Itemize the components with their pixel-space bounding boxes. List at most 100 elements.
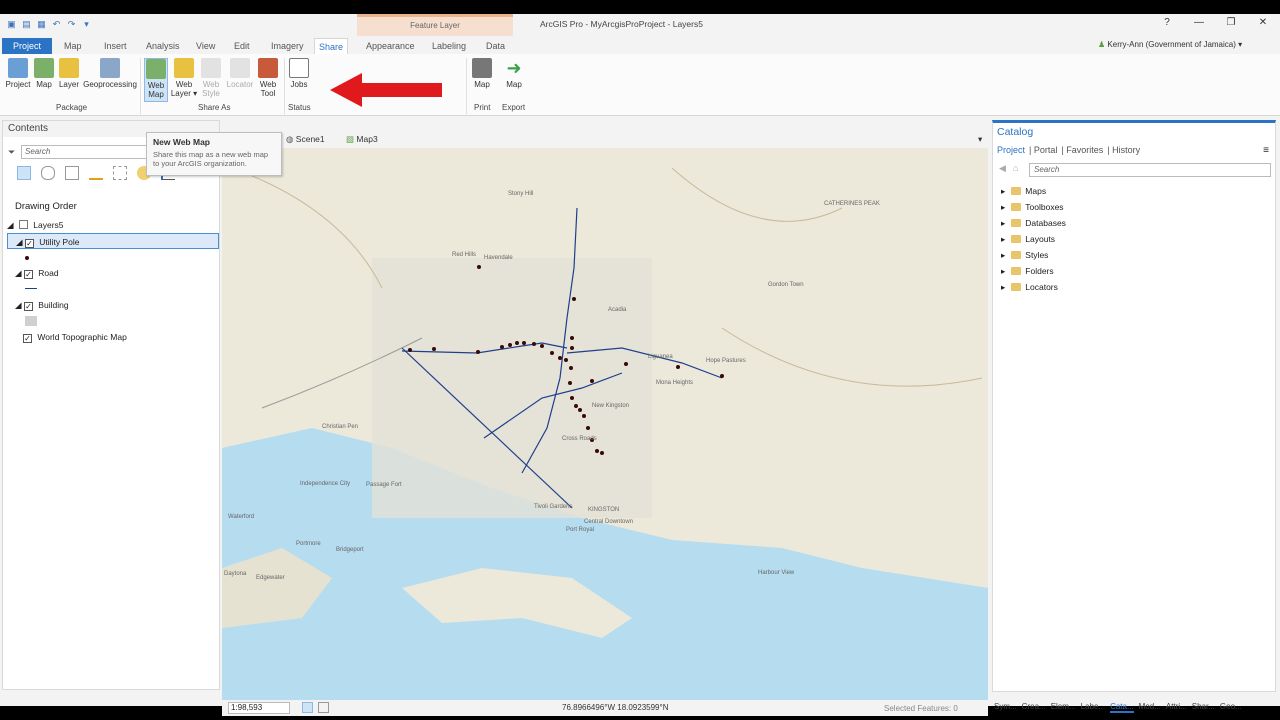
- tab-imagery[interactable]: Imagery: [267, 38, 308, 54]
- print-map-button[interactable]: Map: [470, 58, 494, 89]
- share-web-map-button[interactable]: Web Map: [144, 58, 168, 102]
- road-layer-row[interactable]: ◢ ✓ Road: [7, 265, 219, 281]
- urban-area: [372, 258, 652, 518]
- catalog-tabs: Project | Portal | Favorites | History: [997, 145, 1141, 155]
- table-icon[interactable]: [318, 702, 329, 713]
- drawing-order-icon[interactable]: [17, 166, 31, 180]
- new-project-icon[interactable]: ▣: [6, 19, 17, 30]
- redo-icon[interactable]: ↷: [66, 19, 77, 30]
- undo-icon[interactable]: ↶: [51, 19, 62, 30]
- tab-symbology[interactable]: Sym...: [994, 702, 1017, 713]
- place-label: Portmore: [296, 541, 321, 547]
- editing-icon[interactable]: [89, 166, 103, 180]
- minimize-icon[interactable]: —: [1190, 17, 1208, 28]
- tab-element[interactable]: Elem...: [1051, 702, 1076, 713]
- map-view[interactable]: Stony Hill Red Hills Havendale Acadia Li…: [222, 148, 988, 700]
- tab-appearance[interactable]: Appearance: [362, 38, 419, 54]
- building-layer-row[interactable]: ◢ ✓ Building: [7, 297, 219, 313]
- package-group-label: Package: [56, 103, 88, 112]
- utility-pole-visibility-checkbox[interactable]: ✓: [24, 239, 34, 248]
- catalog-item-styles[interactable]: ▸ Styles: [1001, 247, 1066, 263]
- catalog-menu-icon[interactable]: ≡: [1263, 145, 1269, 156]
- tab-geoprocessing[interactable]: Geo...: [1220, 702, 1242, 713]
- tab-map3[interactable]: ▧ Map3: [346, 134, 378, 145]
- basemap-layer-row[interactable]: ✓ World Topographic Map: [7, 329, 219, 345]
- map-layer-row[interactable]: ◢ Layers5: [7, 217, 219, 233]
- share-locator-button[interactable]: Locator: [225, 58, 255, 89]
- share-web-tool-button[interactable]: Web Tool: [256, 58, 280, 98]
- collapse-icon[interactable]: ◢: [15, 300, 22, 310]
- restore-icon[interactable]: ❐: [1222, 17, 1240, 28]
- selection-icon[interactable]: [65, 166, 79, 180]
- catalog-item-toolboxes[interactable]: ▸ Toolboxes: [1001, 199, 1066, 215]
- catalog-tab-project[interactable]: Project: [997, 145, 1025, 155]
- snapping-icon[interactable]: [113, 166, 127, 180]
- contents-search-input[interactable]: Search: [21, 145, 153, 159]
- catalog-tab-history[interactable]: History: [1112, 145, 1140, 155]
- collapse-icon[interactable]: ◢: [15, 268, 22, 278]
- help-icon[interactable]: ?: [1158, 17, 1176, 28]
- catalog-search-input[interactable]: Search: [1029, 163, 1271, 177]
- tab-project[interactable]: Project: [2, 38, 52, 54]
- tab-share[interactable]: Share: [314, 38, 349, 54]
- back-icon[interactable]: ◀: [999, 163, 1006, 174]
- utility-pole-layer-row[interactable]: ◢ ✓ Utility Pole: [7, 233, 219, 249]
- open-project-icon[interactable]: ▤: [21, 19, 32, 30]
- place-label: Havendale: [484, 255, 513, 261]
- utility-pole-symbol[interactable]: [7, 249, 219, 265]
- package-geoprocessing-button[interactable]: Geoprocessing: [83, 58, 137, 89]
- folder-icon: [1011, 219, 1022, 227]
- collapse-icon[interactable]: ◢: [16, 237, 23, 247]
- package-map-button[interactable]: Map: [33, 58, 55, 89]
- catalog-item-maps[interactable]: ▸ Maps: [1001, 183, 1066, 199]
- save-icon[interactable]: ▦: [36, 19, 47, 30]
- tab-label-class[interactable]: Labe...: [1081, 702, 1105, 713]
- catalog-item-folders[interactable]: ▸ Folders: [1001, 263, 1066, 279]
- tab-modify-features[interactable]: Mod...: [1139, 702, 1161, 713]
- basemap-visibility-checkbox[interactable]: ✓: [23, 334, 32, 343]
- data-source-icon[interactable]: [41, 166, 55, 180]
- catalog-tab-portal[interactable]: Portal: [1034, 145, 1058, 155]
- tab-data[interactable]: Data: [482, 38, 509, 54]
- place-label: CATHERINES PEAK: [824, 201, 880, 207]
- map-canvas[interactable]: Stony Hill Red Hills Havendale Acadia Li…: [222, 148, 988, 700]
- catalog-item-databases[interactable]: ▸ Databases: [1001, 215, 1066, 231]
- share-web-layer-button[interactable]: Web Layer ▾: [170, 58, 198, 98]
- catalog-item-locators[interactable]: ▸ Locators: [1001, 279, 1066, 295]
- collapse-icon[interactable]: ◢: [7, 220, 14, 230]
- jobs-button[interactable]: Jobs: [288, 58, 310, 89]
- building-visibility-checkbox[interactable]: ✓: [23, 302, 33, 311]
- tab-create-features[interactable]: Crea...: [1022, 702, 1046, 713]
- tab-catalog[interactable]: Cata...: [1110, 702, 1134, 713]
- place-label: Gordon Town: [768, 282, 804, 288]
- grid-icon[interactable]: [302, 702, 313, 713]
- view-tabs-dropdown[interactable]: ▾: [978, 134, 982, 145]
- tab-analysis[interactable]: Analysis: [142, 38, 184, 54]
- signed-in-user[interactable]: ♟ Kerry-Ann (Government of Jamaica) ▾: [1098, 40, 1242, 49]
- tab-scene1[interactable]: ◍ Scene1: [286, 134, 325, 145]
- filter-icon[interactable]: ⏷: [8, 147, 15, 158]
- catalog-item-layouts[interactable]: ▸ Layouts: [1001, 231, 1066, 247]
- building-symbol[interactable]: [7, 313, 219, 329]
- package-project-button[interactable]: Project: [4, 58, 32, 89]
- scale-selector[interactable]: 1:98,593: [228, 702, 290, 714]
- tab-labeling[interactable]: Labeling: [428, 38, 470, 54]
- tab-map[interactable]: Map: [60, 38, 86, 54]
- locator-icon: [230, 58, 250, 78]
- share-web-style-button[interactable]: Web Style: [198, 58, 224, 98]
- tab-share-web-map[interactable]: Shar...: [1192, 702, 1215, 713]
- catalog-tab-favorites[interactable]: Favorites: [1066, 145, 1103, 155]
- export-map-button[interactable]: ➜ Map: [502, 58, 526, 89]
- package-layer-button[interactable]: Layer: [58, 58, 80, 89]
- tab-edit[interactable]: Edit: [230, 38, 254, 54]
- tab-view[interactable]: View: [192, 38, 219, 54]
- close-icon[interactable]: ✕: [1254, 17, 1272, 28]
- web-map-icon: [146, 59, 166, 79]
- road-symbol[interactable]: [7, 281, 219, 297]
- tab-attributes[interactable]: Attri...: [1166, 702, 1187, 713]
- road-visibility-checkbox[interactable]: ✓: [23, 270, 33, 279]
- home-icon[interactable]: ⌂: [1013, 163, 1018, 173]
- tab-insert[interactable]: Insert: [100, 38, 131, 54]
- selected-features-count[interactable]: Selected Features: 0: [884, 704, 958, 713]
- customize-icon[interactable]: ▾: [81, 19, 92, 30]
